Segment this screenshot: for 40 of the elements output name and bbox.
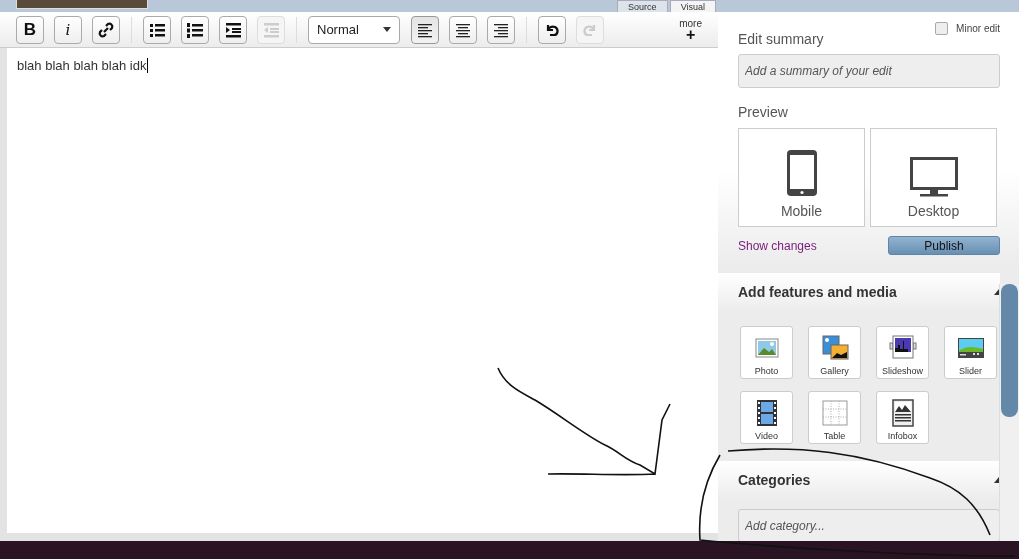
gallery-icon	[820, 334, 849, 362]
edit-summary-label: Edit summary	[738, 31, 824, 47]
photo-button[interactable]: Photo	[740, 326, 793, 379]
slideshow-button[interactable]: Slideshow	[876, 326, 929, 379]
editor-text[interactable]: blah blah blah blah idk	[17, 58, 149, 73]
scrollbar-thumb[interactable]	[1001, 284, 1018, 417]
infobox-button[interactable]: Infobox	[876, 391, 929, 444]
monitor-icon	[909, 157, 958, 197]
category-field[interactable]: Add category...	[738, 509, 1000, 541]
publish-button[interactable]: Publish	[888, 236, 1000, 255]
italic-button[interactable]: i	[54, 15, 82, 44]
mobile-preview-button[interactable]: Mobile	[738, 128, 865, 227]
slider-button[interactable]: Slider	[944, 326, 997, 379]
numbered-button[interactable]	[181, 15, 209, 44]
undo-button[interactable]	[538, 15, 566, 44]
phone-icon	[785, 149, 818, 197]
paragraph-format-dropdown[interactable]: Normal	[308, 15, 400, 44]
show-changes-link[interactable]: Show changes	[738, 238, 817, 253]
table-button[interactable]: Table	[808, 391, 861, 444]
more-button[interactable]: more +	[679, 18, 702, 41]
indent-button[interactable]	[219, 15, 247, 44]
section-title: Add features and media	[738, 284, 897, 300]
gallery-button[interactable]: Gallery	[808, 326, 861, 379]
editor-tab[interactable]: Visual	[669, 0, 716, 12]
slideshow-icon	[888, 334, 917, 362]
bold-button[interactable]: B	[16, 15, 44, 44]
video-button[interactable]: Video	[740, 391, 793, 444]
bullets-button[interactable]	[143, 15, 171, 44]
edit-summary-field[interactable]: Add a summary of your edit	[738, 54, 1000, 88]
align-right-button[interactable]	[487, 15, 515, 44]
minor-edit-checkbox[interactable]: Minor edit	[935, 22, 1000, 35]
align-left-button[interactable]	[411, 15, 439, 44]
editor-tab[interactable]: Source	[617, 0, 668, 12]
align-center-button[interactable]	[449, 15, 477, 44]
preview-label: Preview	[738, 104, 789, 120]
desktop-preview-button[interactable]: Desktop	[870, 128, 997, 227]
table-icon	[820, 399, 849, 427]
caret-icon	[383, 27, 391, 32]
link-button[interactable]	[92, 15, 120, 44]
section-title: Categories	[738, 472, 811, 488]
